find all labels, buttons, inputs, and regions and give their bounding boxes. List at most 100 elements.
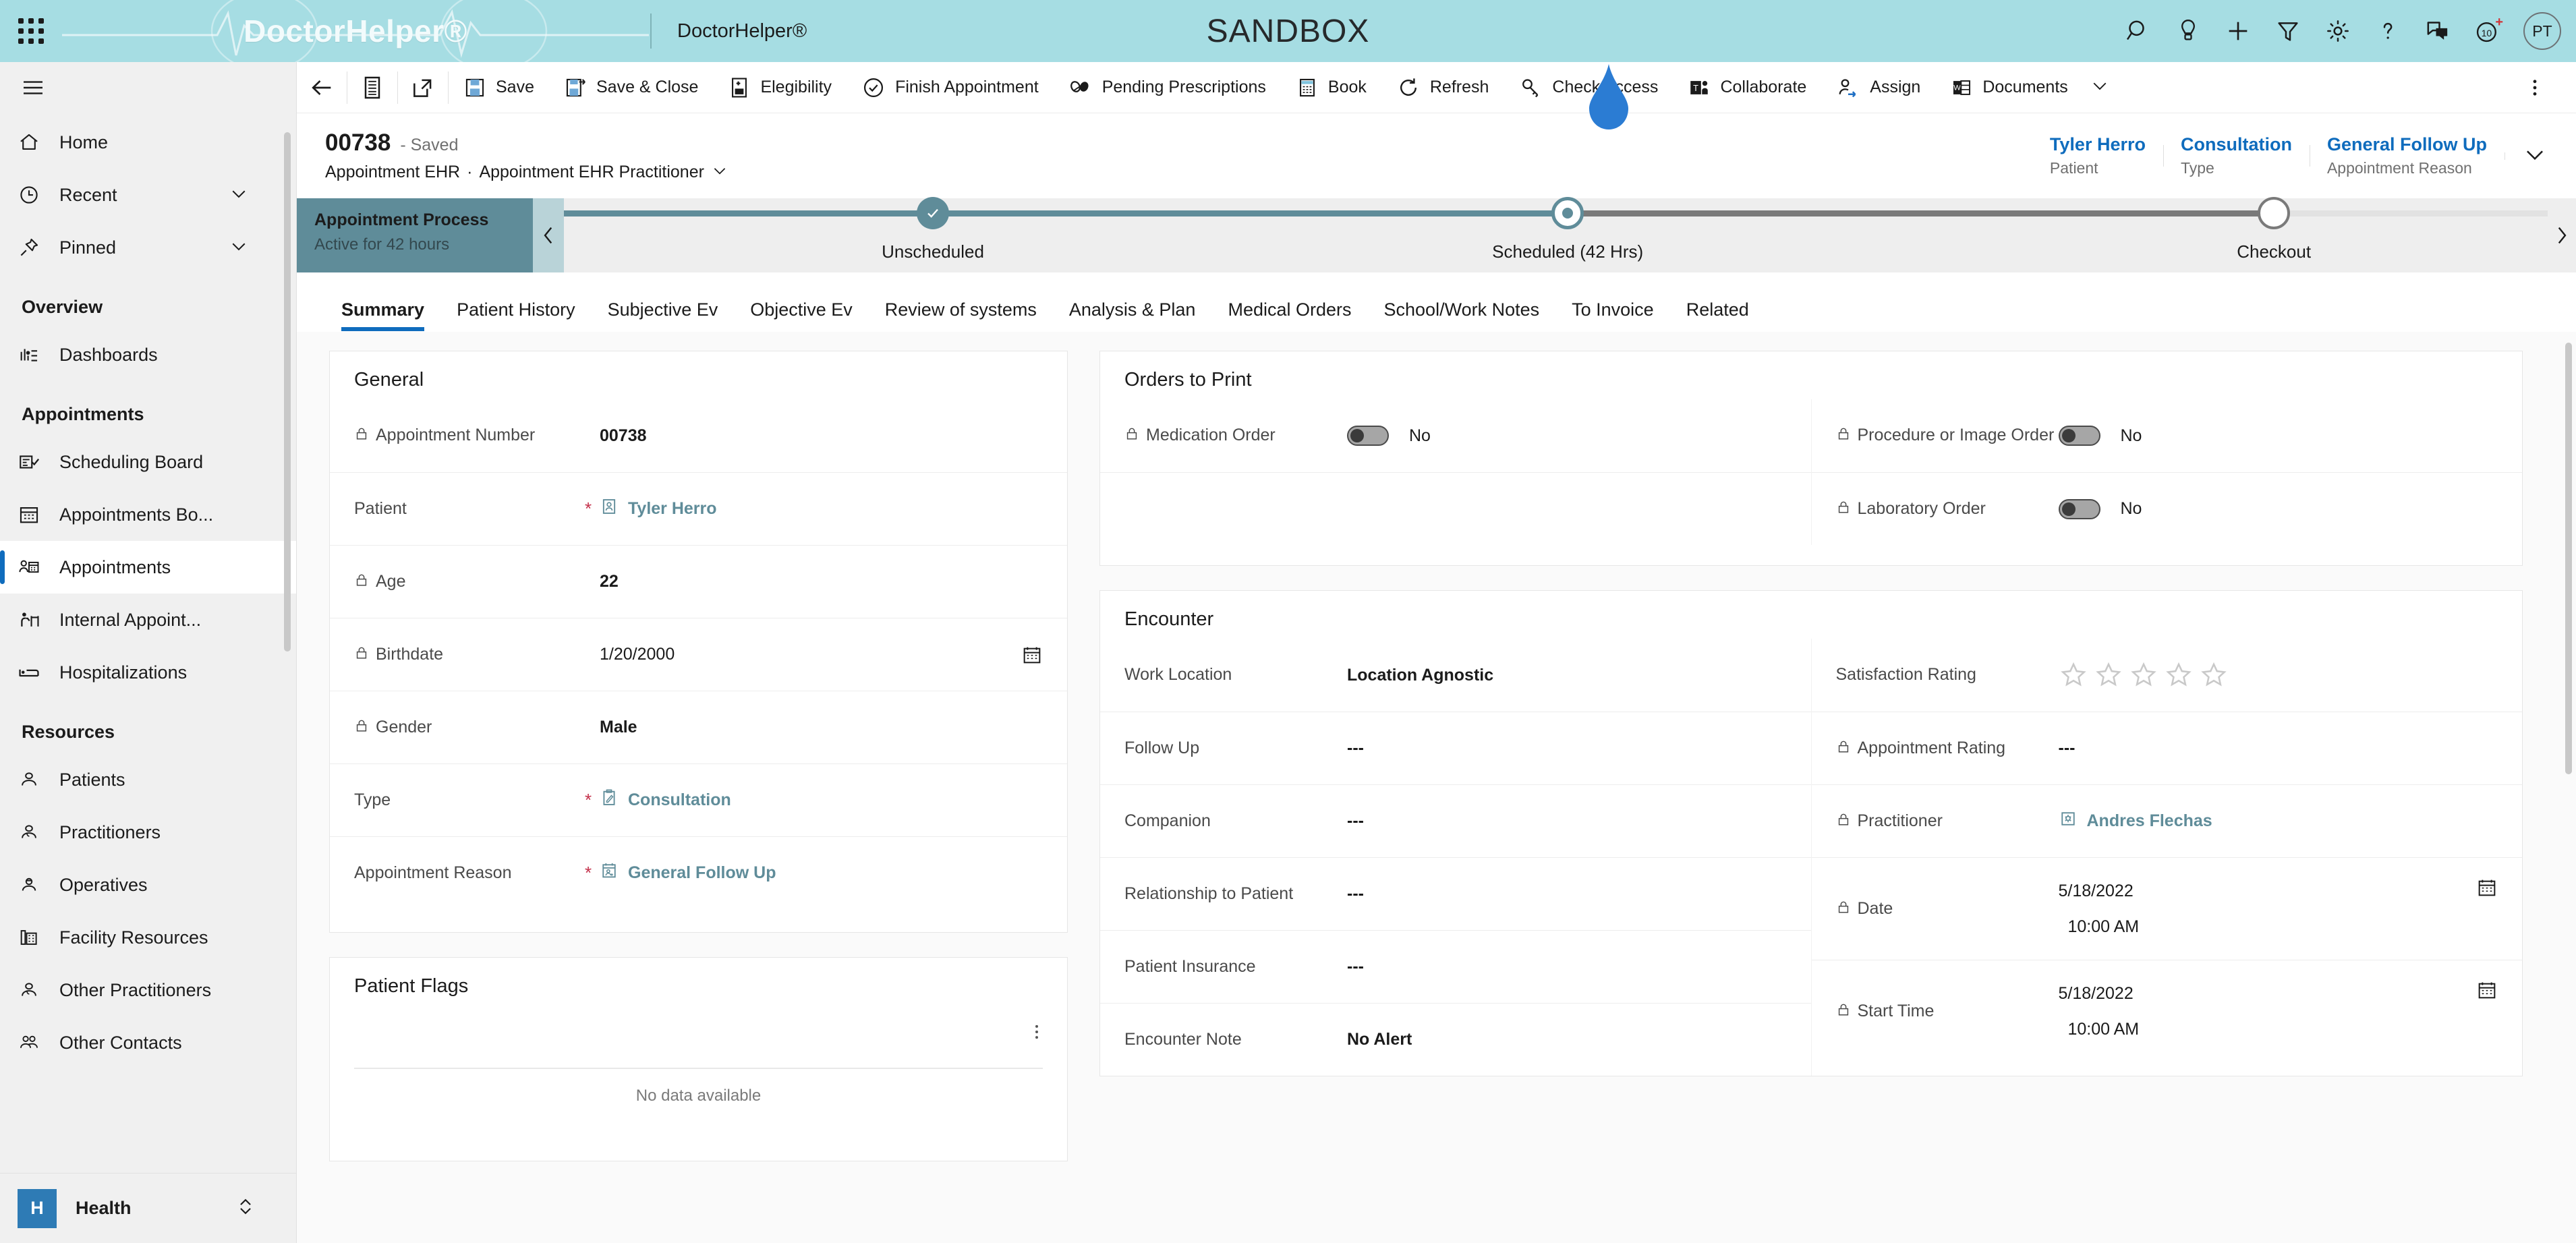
chevron-down-icon[interactable] [229,183,249,207]
sidebar-item-scheduling-board[interactable]: Scheduling Board [0,436,296,488]
filter-button[interactable] [2263,0,2313,62]
finish-appointment-button[interactable]: Finish Appointment [847,62,1054,113]
bpf-stage-scheduled[interactable]: Scheduled (42 Hrs) [1446,197,1689,262]
field-appointment-reason[interactable]: Appointment Reason * General Follow Up [330,836,1067,909]
sidebar-item-other-contacts[interactable]: Other Contacts [0,1016,296,1069]
assistant-button[interactable]: 10 + [2463,0,2513,62]
pending-prescriptions-button[interactable]: Pending Prescriptions [1054,62,1281,113]
bpf-stage-unscheduled[interactable]: Unscheduled [838,197,1027,262]
tab-to-invoice[interactable]: To Invoice [1555,299,1670,331]
tab-patient-history[interactable]: Patient History [440,299,592,331]
field-satisfaction-rating[interactable]: Satisfaction Rating [1812,639,2523,712]
tab-objective-ev[interactable]: Objective Ev [734,299,869,331]
toggle-procedure-or-image-order[interactable]: Procedure or Image Order No [1812,399,2523,472]
quick-create-button[interactable] [2213,0,2263,62]
tab-subjective-ev[interactable]: Subjective Ev [592,299,735,331]
date-picker-button[interactable] [1021,644,1043,666]
tab-summary[interactable]: Summary [325,299,440,331]
brand-logo[interactable]: DoctorHelper® [62,0,649,62]
command-bar-overflow-button[interactable] [2510,62,2560,113]
sidebar-item-dashboards[interactable]: Dashboards [0,328,296,381]
star-icon[interactable] [2199,660,2229,690]
field-practitioner[interactable]: Practitioner Andres Flechas [1811,784,2522,857]
app-launcher-button[interactable] [0,0,62,62]
toggle-switch[interactable] [2058,498,2100,519]
field-value-link[interactable]: Consultation [628,790,731,810]
star-icon[interactable] [2129,660,2158,690]
header-field-appointment-reason[interactable]: General Follow Up Appointment Reason [2309,134,2505,177]
sidebar-item-patients[interactable]: Patients [0,753,296,806]
back-button[interactable] [297,62,347,113]
check-access-button[interactable]: Check Access [1504,62,1673,113]
area-switcher-button[interactable]: H Health [0,1173,296,1243]
chevron-down-icon[interactable] [2090,76,2110,99]
save-and-close-button[interactable]: Save & Close [549,62,713,113]
show-chart-button[interactable] [347,62,397,113]
refresh-button[interactable]: Refresh [1381,62,1504,113]
date-picker-button[interactable] [2476,979,2498,1001]
process-next-button[interactable] [2548,198,2576,272]
book-button[interactable]: Book [1281,62,1381,113]
tab-medical-orders[interactable]: Medical Orders [1211,299,1367,331]
save-button[interactable]: Save [449,62,549,113]
date-picker-button[interactable] [2476,877,2498,898]
field-value-link[interactable]: Andres Flechas [2087,811,2212,831]
sidebar-item-appointments[interactable]: Appointments [0,541,296,594]
process-name-block[interactable]: Appointment Process Active for 42 hours [297,198,533,272]
form-scrollbar-thumb[interactable] [2565,343,2572,774]
help-button[interactable] [2363,0,2413,62]
settings-button[interactable] [2313,0,2363,62]
toggle-switch[interactable] [1347,426,1389,446]
field-value-link[interactable]: Tyler Herro [628,499,717,519]
tab-label: Medical Orders [1228,299,1352,320]
sidebar-item-hospitalizations[interactable]: Hospitalizations [0,646,296,699]
sidebar-item-pinned[interactable]: Pinned [0,221,296,274]
chevron-down-icon[interactable] [229,236,249,260]
tab-school-work-notes[interactable]: School/Work Notes [1368,299,1556,331]
toggle-medication-order[interactable]: Medication Order No [1100,399,1811,472]
chevron-down-icon[interactable] [711,162,728,183]
header-field-type[interactable]: Consultation Type [2163,134,2310,177]
collaborate-button[interactable]: T Collaborate [1673,62,1821,113]
user-avatar[interactable]: PT [2523,12,2561,50]
form-tabs: Summary Patient History Subjective Ev Ob… [297,272,2576,332]
sidebar-item-recent[interactable]: Recent [0,169,296,221]
search-button[interactable] [2113,0,2163,62]
rating-stars[interactable] [2059,660,2229,690]
sidebar-item-practitioners[interactable]: Practitioners [0,806,296,859]
tab-related[interactable]: Related [1670,299,1765,331]
elegibility-button[interactable]: Elegibility [713,62,847,113]
toggle-laboratory-order[interactable]: Laboratory Order No [1811,472,2522,545]
form-selector-label[interactable]: Appointment EHR Practitioner [479,163,704,182]
sidebar-scrollbar-thumb[interactable] [284,132,291,652]
filter-icon [2278,22,2298,41]
patient-flags-more-button[interactable] [1027,1022,1047,1045]
sidebar-item-appointments-board[interactable]: Appointments Bo... [0,488,296,541]
header-expand-button[interactable] [2505,142,2553,171]
tab-review-of-systems[interactable]: Review of systems [869,299,1053,331]
sidebar-item-operatives[interactable]: Operatives [0,859,296,911]
insights-button[interactable] [2163,0,2213,62]
assign-button[interactable]: Assign [1821,62,1935,113]
sidebar-toggle-button[interactable] [0,62,296,113]
field-value-link[interactable]: General Follow Up [628,863,776,883]
tab-analysis-and-plan[interactable]: Analysis & Plan [1053,299,1212,331]
toggle-switch[interactable] [2058,426,2100,446]
feedback-button[interactable] [2413,0,2463,62]
star-icon[interactable] [2094,660,2123,690]
sidebar-item-facility-resources[interactable]: Facility Resources [0,911,296,964]
documents-button[interactable]: W Documents [1935,62,2124,113]
star-icon[interactable] [2059,660,2088,690]
sidebar-item-home[interactable]: Home [0,116,296,169]
bpf-stage-checkout[interactable]: Checkout [2179,197,2368,262]
sidebar: Home Recent Pinned Overview Dashboards A… [0,62,297,1243]
sidebar-item-other-practitioners[interactable]: Other Practitioners [0,964,296,1016]
sidebar-item-internal-appointments[interactable]: Internal Appoint... [0,594,296,646]
field-patient[interactable]: Patient * Tyler Herro [330,472,1067,545]
star-icon[interactable] [2164,660,2194,690]
field-type[interactable]: Type * Consultation [330,763,1067,836]
process-previous-button[interactable] [533,198,564,272]
header-field-patient[interactable]: Tyler Herro Patient [2032,134,2163,177]
popout-button[interactable] [398,62,448,113]
field-encounter-note: Encounter Note No Alert [1100,1003,1811,1076]
